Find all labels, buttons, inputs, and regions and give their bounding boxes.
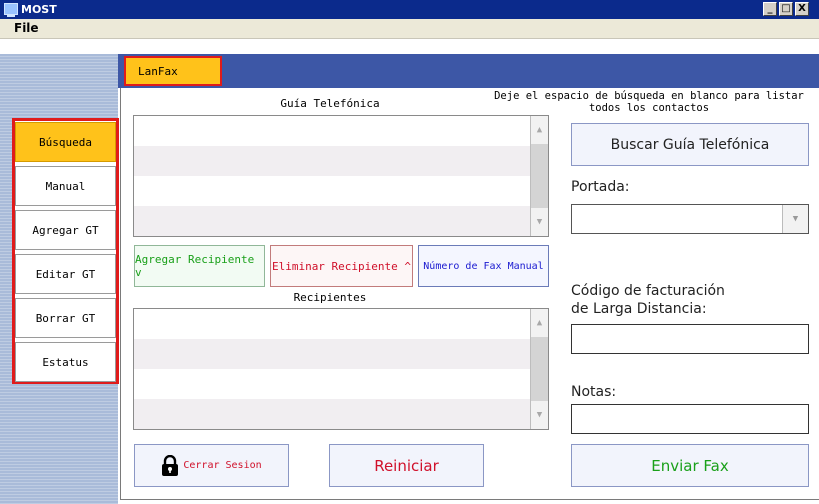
- title-bar: MOST _ □ X: [0, 0, 819, 19]
- main-panel: Guía Telefónica Deje el espacio de búsqu…: [120, 88, 819, 500]
- tab-strip: [118, 54, 819, 88]
- list-item[interactable]: [134, 309, 530, 339]
- scroll-down-icon[interactable]: ▼: [531, 401, 548, 429]
- reset-button[interactable]: Reiniciar: [329, 444, 484, 487]
- recipients-list[interactable]: ▲ ▼: [133, 308, 549, 430]
- recipients-scrollbar[interactable]: ▲ ▼: [530, 309, 548, 429]
- search-phonebook-button[interactable]: Buscar Guía Telefónica: [571, 123, 809, 166]
- list-item[interactable]: [134, 399, 530, 429]
- cover-select[interactable]: ▼: [571, 204, 809, 234]
- sidebar-item-label: Borrar GT: [35, 311, 96, 325]
- chevron-down-icon[interactable]: ▼: [782, 205, 808, 233]
- sidebar-item-label: Estatus: [42, 355, 89, 369]
- logout-button[interactable]: Cerrar Sesion: [134, 444, 289, 487]
- sidebar-item-label: Agregar GT: [32, 223, 99, 237]
- cover-label: Portada:: [571, 179, 630, 195]
- phonebook-label: Guía Telefónica: [280, 97, 380, 110]
- close-button[interactable]: X: [795, 2, 809, 16]
- search-hint: Deje el espacio de búsqueda en blanco pa…: [494, 90, 804, 114]
- billing-code-label-line1: Código de facturación: [571, 283, 725, 299]
- manual-fax-button[interactable]: Número de Fax Manual: [418, 245, 549, 287]
- remove-recipient-label: Eliminar Recipiente ^: [271, 259, 412, 273]
- lock-icon: [162, 454, 179, 476]
- sidebar-item-label: Búsqueda: [39, 135, 92, 149]
- billing-code-label-line2: de Larga Distancia:: [571, 301, 707, 317]
- monitor-icon: [4, 3, 18, 17]
- send-fax-button[interactable]: Enviar Fax: [571, 444, 809, 487]
- sidebar-item-busqueda[interactable]: Búsqueda: [15, 122, 116, 162]
- reset-label: Reiniciar: [374, 456, 439, 475]
- notes-label: Notas:: [571, 384, 617, 400]
- remove-recipient-button[interactable]: Eliminar Recipiente ^: [270, 245, 413, 287]
- list-item[interactable]: [134, 206, 530, 236]
- window-title: MOST: [21, 3, 57, 16]
- list-item[interactable]: [134, 339, 530, 369]
- list-item[interactable]: [134, 116, 530, 146]
- sidebar-item-agregar-gt[interactable]: Agregar GT: [15, 210, 116, 250]
- scroll-up-icon[interactable]: ▲: [531, 309, 548, 337]
- minimize-button[interactable]: _: [763, 2, 777, 16]
- menu-file[interactable]: File: [14, 21, 39, 35]
- menu-bar: File: [0, 19, 819, 39]
- notes-input[interactable]: [571, 404, 809, 434]
- phonebook-scrollbar[interactable]: ▲ ▼: [530, 116, 548, 236]
- tab-label: LanFax: [138, 64, 178, 78]
- recipients-label: Recipientes: [293, 291, 367, 304]
- sidebar-item-manual[interactable]: Manual: [15, 166, 116, 206]
- scroll-up-icon[interactable]: ▲: [531, 116, 548, 144]
- sidebar-item-label: Editar GT: [35, 267, 96, 281]
- list-item[interactable]: [134, 369, 530, 399]
- sidebar-item-borrar-gt[interactable]: Borrar GT: [15, 298, 116, 338]
- phonebook-list[interactable]: ▲ ▼: [133, 115, 549, 237]
- send-fax-label: Enviar Fax: [651, 456, 729, 475]
- manual-fax-label: Número de Fax Manual: [423, 260, 544, 272]
- sidebar-item-estatus[interactable]: Estatus: [15, 342, 116, 382]
- sidebar-item-editar-gt[interactable]: Editar GT: [15, 254, 116, 294]
- sidebar-nav: Búsqueda Manual Agregar GT Editar GT Bor…: [12, 118, 119, 384]
- search-phonebook-label: Buscar Guía Telefónica: [610, 136, 770, 153]
- sidebar-item-label: Manual: [45, 179, 86, 193]
- maximize-button[interactable]: □: [779, 2, 793, 16]
- add-recipient-label: Agregar Recipiente v: [135, 253, 255, 279]
- list-item[interactable]: [134, 176, 530, 206]
- list-item[interactable]: [134, 146, 530, 176]
- scroll-down-icon[interactable]: ▼: [531, 208, 548, 236]
- logout-label: Cerrar Sesion: [183, 460, 262, 471]
- tab-lanfax[interactable]: LanFax: [124, 56, 222, 86]
- add-recipient-button[interactable]: Agregar Recipiente v: [134, 245, 265, 287]
- billing-code-input[interactable]: [571, 324, 809, 354]
